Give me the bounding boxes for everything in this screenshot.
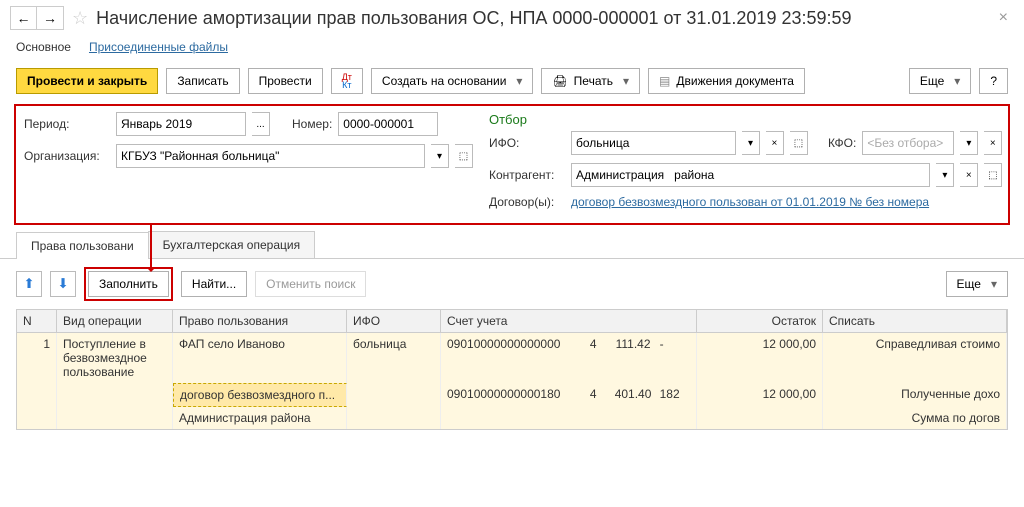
- counterparty-dropdown-button[interactable]: ▾: [936, 163, 954, 187]
- post-and-close-button[interactable]: Провести и закрыть: [16, 68, 158, 94]
- cancel-search-button[interactable]: Отменить поиск: [255, 271, 366, 297]
- filter-block: Период: ... Номер: Организация: ▾ ⬚ Отбо…: [14, 104, 1010, 225]
- nav-forward-button[interactable]: →: [37, 7, 63, 29]
- find-button[interactable]: Найти...: [181, 271, 247, 297]
- grid-more-button[interactable]: Еще: [946, 271, 1008, 297]
- subnav-attached-files[interactable]: Присоединенные файлы: [89, 40, 228, 54]
- help-button[interactable]: ?: [979, 68, 1008, 94]
- annotation-arrow-icon: [150, 225, 152, 271]
- more-button[interactable]: Еще: [909, 68, 971, 94]
- subnav-main[interactable]: Основное: [16, 40, 71, 54]
- kfo-clear-button[interactable]: ×: [984, 131, 1002, 155]
- counterparty-open-button[interactable]: ⬚: [984, 163, 1002, 187]
- dt-kt-button[interactable]: ДтКт: [331, 68, 363, 94]
- ifo-dropdown-button[interactable]: ▾: [742, 131, 760, 155]
- ifo-open-button[interactable]: ⬚: [790, 131, 808, 155]
- kfo-dropdown-button[interactable]: ▾: [960, 131, 978, 155]
- data-grid: N Вид операции Право пользования ИФО Сче…: [16, 309, 1008, 430]
- header-ifo[interactable]: ИФО: [347, 310, 441, 332]
- org-open-button[interactable]: ⬚: [455, 144, 473, 168]
- period-picker-button[interactable]: ...: [252, 112, 270, 136]
- arrow-up-icon: ⬆: [23, 276, 34, 292]
- kfo-label: КФО:: [828, 136, 856, 150]
- ifo-clear-button[interactable]: ×: [766, 131, 784, 155]
- table-row[interactable]: договор безвозмездного п... 090100000000…: [17, 383, 1007, 407]
- header-remainder[interactable]: Остаток: [697, 310, 823, 332]
- arrow-down-icon: ⬇: [57, 276, 68, 292]
- filter-title: Отбор: [489, 112, 1002, 127]
- save-button[interactable]: Записать: [166, 68, 239, 94]
- header-n[interactable]: N: [17, 310, 57, 332]
- create-based-on-button[interactable]: Создать на основании: [371, 68, 534, 94]
- number-input[interactable]: [338, 112, 438, 136]
- document-icon: ▤: [659, 74, 670, 88]
- printer-icon: 🖨: [552, 74, 567, 88]
- ifo-label: ИФО:: [489, 136, 565, 150]
- ifo-input[interactable]: [571, 131, 736, 155]
- counterparty-label: Контрагент:: [489, 168, 565, 182]
- header-write[interactable]: Списать: [823, 310, 1007, 332]
- kfo-input[interactable]: <Без отбора>: [862, 131, 954, 155]
- table-row[interactable]: Администрация района Сумма по догов: [17, 407, 1007, 429]
- tab-accounting[interactable]: Бухгалтерская операция: [148, 231, 315, 258]
- document-movements-button[interactable]: ▤ Движения документа: [648, 68, 805, 94]
- move-up-button[interactable]: ⬆: [16, 271, 42, 297]
- header-account[interactable]: Счет учета: [441, 310, 697, 332]
- contracts-label: Договор(ы):: [489, 195, 565, 209]
- favorite-star-icon[interactable]: ☆: [72, 8, 88, 29]
- org-input[interactable]: [116, 144, 425, 168]
- counterparty-input[interactable]: [571, 163, 930, 187]
- post-button[interactable]: Провести: [248, 68, 323, 94]
- print-button[interactable]: 🖨 Печать: [541, 68, 640, 94]
- fill-button[interactable]: Заполнить: [88, 271, 169, 297]
- table-row[interactable]: 1 Поступление в безвозмездное пользовани…: [17, 333, 1007, 383]
- fill-button-highlight: Заполнить: [84, 267, 173, 301]
- header-op[interactable]: Вид операции: [57, 310, 173, 332]
- dtkt-icon: ДтКт: [342, 73, 352, 89]
- tab-rights[interactable]: Права пользовани: [16, 232, 149, 259]
- nav-back-button[interactable]: ←: [11, 7, 37, 29]
- counterparty-clear-button[interactable]: ×: [960, 163, 978, 187]
- close-icon[interactable]: ×: [993, 9, 1014, 27]
- org-dropdown-button[interactable]: ▾: [431, 144, 449, 168]
- period-input[interactable]: [116, 112, 246, 136]
- org-label: Организация:: [24, 149, 110, 163]
- header-right[interactable]: Право пользования: [173, 310, 347, 332]
- period-label: Период:: [24, 117, 110, 131]
- move-down-button[interactable]: ⬇: [50, 271, 76, 297]
- number-label: Номер:: [292, 117, 332, 131]
- page-title: Начисление амортизации прав пользования …: [96, 8, 851, 29]
- contracts-link[interactable]: договор безвозмездного пользован от 01.0…: [571, 195, 929, 209]
